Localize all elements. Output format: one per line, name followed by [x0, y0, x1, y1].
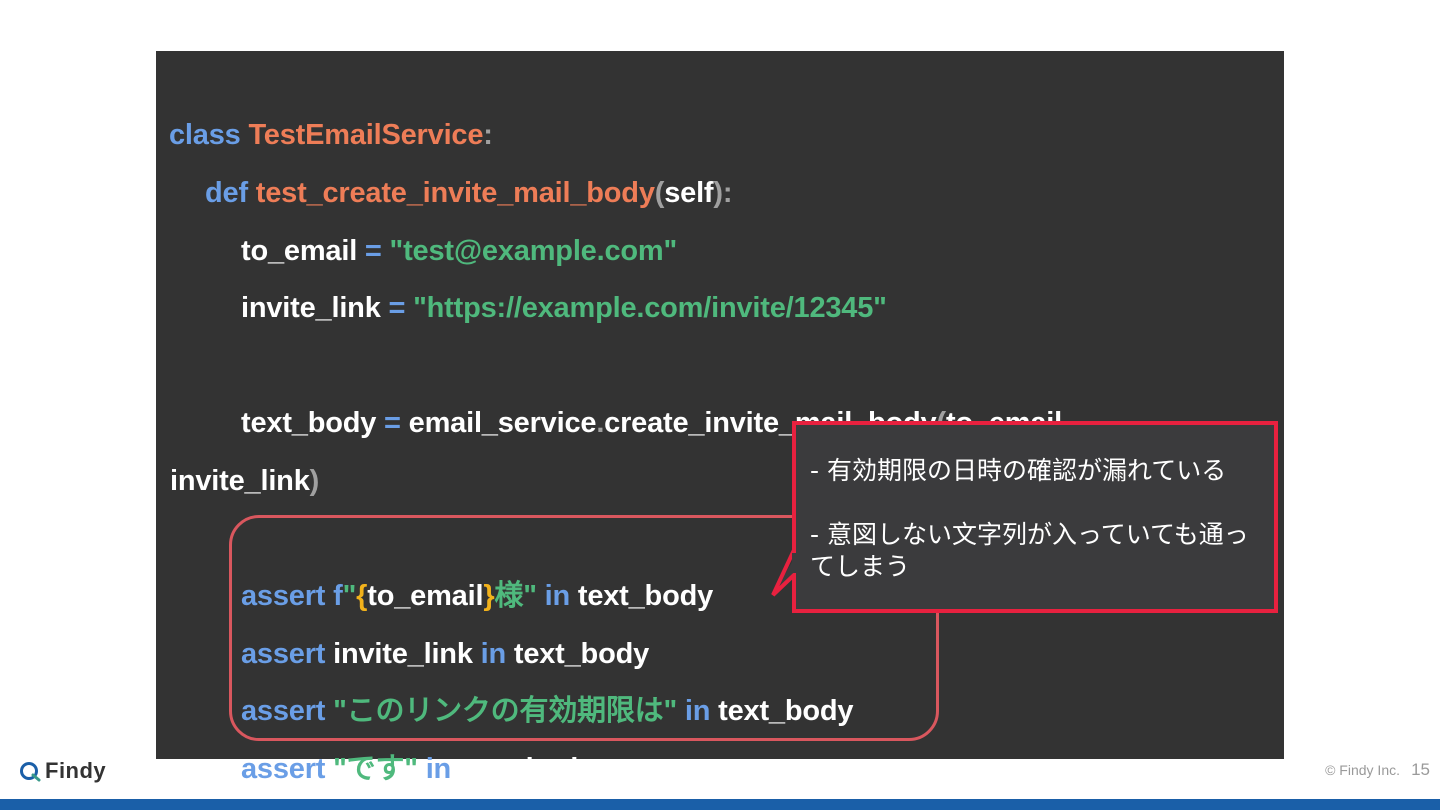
code-line-def: def test_create_invite_mail_body(self): [205, 176, 733, 210]
keyword: class [169, 119, 241, 151]
punctuation: . [596, 407, 605, 439]
copyright: © Findy Inc. [1325, 762, 1400, 778]
keyword: in [425, 753, 452, 785]
variable: invite_link [241, 292, 381, 324]
code-line-assert-desu: assert "です" in text_body [241, 752, 594, 786]
punctuation: : [483, 119, 493, 151]
variable: text_body [458, 753, 595, 785]
operator: = [388, 292, 406, 324]
findy-logo-icon [20, 762, 41, 782]
callout-point-1: - 有効期限の日時の確認が漏れている [810, 456, 1227, 485]
logo-text: Findy [45, 758, 107, 783]
operator: = [384, 407, 401, 439]
punctuation: ) [713, 177, 723, 209]
string: "です" [333, 753, 418, 785]
object: email_service [408, 407, 597, 439]
keyword: assert [241, 753, 326, 785]
class-name: TestEmailService [248, 119, 484, 151]
punctuation: ) [309, 465, 320, 497]
variable: text_body [241, 407, 377, 439]
argument: invite_link [170, 465, 310, 497]
callout-point-2: - 意図しない文字列が入っていても通ってしまう [810, 520, 1249, 581]
callout-box: - 有効期限の日時の確認が漏れている - 意図しない文字列が入っていても通ってし… [792, 421, 1278, 613]
variable: to_email [241, 235, 358, 267]
code-line-class: class TestEmailService: [169, 118, 493, 152]
page-number: 15 [1411, 760, 1430, 779]
keyword: def [205, 177, 248, 209]
code-line-invite-link: invite_link = "https://example.com/invit… [241, 291, 887, 325]
punctuation: : [722, 177, 733, 209]
string: "test@example.com" [389, 235, 678, 267]
code-line-text-body-cont: invite_link) [170, 464, 319, 498]
operator: = [364, 235, 382, 267]
string: "https://example.com/invite/12345" [413, 292, 887, 324]
param: self [664, 177, 714, 209]
function-name: test_create_invite_mail_body [255, 177, 655, 209]
code-line-to-email: to_email = "test@example.com" [241, 234, 677, 268]
findy-logo: Findy [19, 757, 106, 785]
punctuation: ( [654, 177, 665, 209]
bottom-bar [0, 799, 1440, 810]
